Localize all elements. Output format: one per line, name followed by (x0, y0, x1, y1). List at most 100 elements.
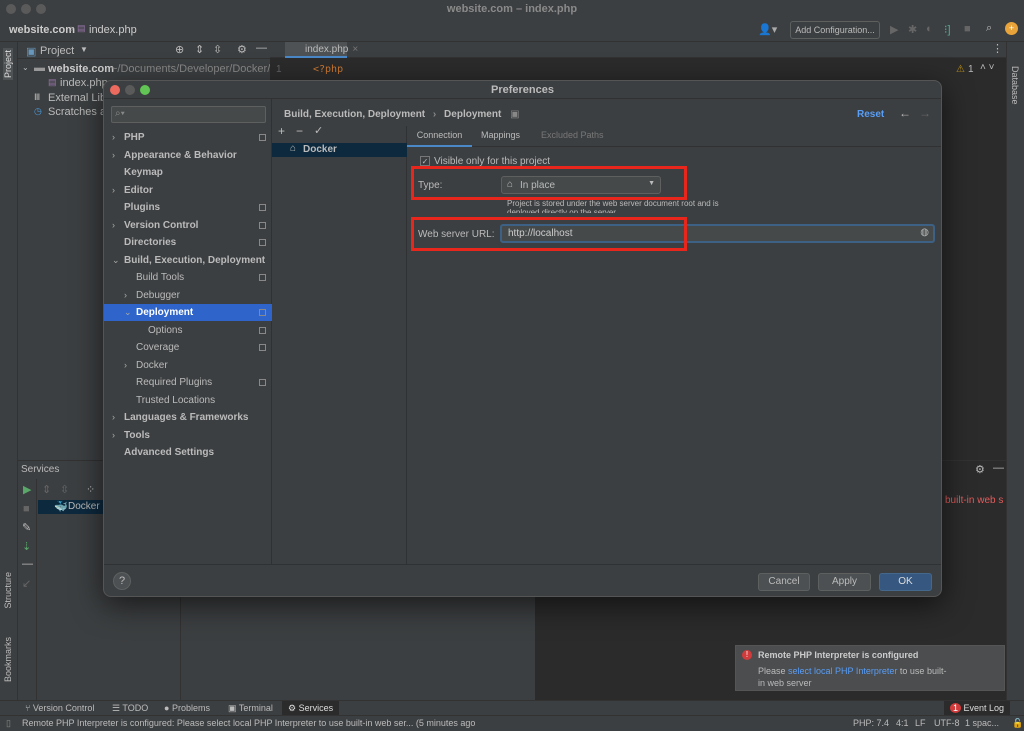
settings-tree-item[interactable]: › Version Control (104, 217, 272, 234)
expand-all-icon[interactable]: ⇕ (195, 43, 204, 56)
settings-tree-item[interactable]: Plugins (104, 199, 272, 216)
settings-tree-item[interactable]: Required Plugins (104, 374, 272, 391)
event-log-button[interactable]: 1 Event Log (944, 701, 1011, 716)
stripe-structure[interactable]: Structure (3, 572, 13, 609)
stripe-database[interactable]: Database (1010, 66, 1020, 105)
tab-connection[interactable]: Connection (407, 126, 472, 147)
zoom-window-button[interactable] (36, 4, 46, 14)
tree-scratches[interactable]: Scratches ar (48, 106, 110, 118)
settings-tree-item[interactable]: Directories (104, 234, 272, 251)
close-dialog-button[interactable] (110, 85, 120, 95)
hide-icon[interactable]: — (993, 462, 1004, 474)
settings-tree-item[interactable]: Trusted Locations (104, 392, 272, 409)
coverage-icon[interactable]: ◐ (926, 23, 933, 35)
toolwindow-version-control[interactable]: ⑂ Version Control (25, 701, 94, 716)
tab-excluded-paths[interactable]: Excluded Paths (541, 130, 604, 140)
lock-icon[interactable]: 🔓 (1012, 716, 1023, 731)
notification-balloon[interactable]: ! Remote PHP Interpreter is configured P… (735, 645, 1005, 691)
reset-button[interactable]: Reset (857, 109, 884, 120)
collapse-all-icon[interactable]: ⇳ (213, 43, 222, 56)
cancel-button[interactable]: Cancel (758, 573, 810, 591)
status-encoding[interactable]: UTF-8 (934, 716, 960, 731)
chevron-right-icon[interactable]: › (112, 182, 115, 199)
collapse-all-icon[interactable]: ⇳ (60, 483, 69, 496)
close-window-button[interactable] (6, 4, 16, 14)
toolwindow-services[interactable]: ⚙ Services (282, 701, 340, 716)
tab-mappings[interactable]: Mappings (481, 130, 520, 140)
chevron-down-icon[interactable]: ⌄ (22, 63, 29, 72)
update-icon[interactable]: + (1005, 22, 1018, 35)
chevron-up-icon[interactable]: ˄ ˅ (980, 62, 994, 73)
chevron-down-icon[interactable]: ⌄ (112, 252, 120, 269)
run-icon[interactable]: ▶ (890, 23, 898, 36)
chevron-right-icon[interactable]: › (112, 217, 115, 234)
settings-tree-item[interactable]: Keymap (104, 164, 272, 181)
apply-button[interactable]: Apply (818, 573, 871, 591)
gear-icon[interactable]: ⚙ (975, 463, 985, 476)
server-item-docker[interactable]: ⌂ Docker (272, 143, 407, 157)
settings-tree-item[interactable]: Advanced Settings (104, 444, 272, 461)
add-icon[interactable]: + (278, 124, 285, 138)
toolwindow-terminal[interactable]: ▣ Terminal (228, 701, 273, 716)
more-icon[interactable]: ⋮ (992, 42, 1003, 55)
stop-icon[interactable]: ■ (23, 503, 30, 515)
group-icon[interactable]: ⁘ (86, 483, 95, 496)
edit-icon[interactable]: ✎ (22, 521, 31, 534)
stripe-project[interactable]: Project (3, 48, 13, 81)
status-icon[interactable]: ▯ (6, 716, 11, 731)
remove-icon[interactable]: — (22, 558, 33, 570)
toolwindow-problems[interactable]: ● Problems (164, 701, 210, 716)
collapse-icon[interactable]: ↙ (22, 577, 31, 590)
breadcrumb-file[interactable]: index.php (89, 24, 137, 36)
status-line-separator[interactable]: LF (915, 716, 926, 731)
settings-tree-item[interactable]: Options (104, 322, 272, 339)
run-icon[interactable]: ▶ (23, 483, 31, 496)
select-interpreter-link[interactable]: select local PHP Interpreter (788, 666, 897, 676)
chevron-down-icon[interactable]: ▼ (80, 45, 88, 54)
settings-tree-item[interactable]: › Debugger (104, 287, 272, 304)
locate-icon[interactable]: ⊕ (175, 43, 184, 56)
gear-icon[interactable]: ⚙ (237, 43, 247, 56)
visible-only-checkbox[interactable]: ✓ (420, 156, 430, 166)
chevron-right-icon[interactable]: › (112, 147, 115, 164)
chevron-right-icon[interactable]: › (124, 357, 127, 374)
settings-tree-item[interactable]: › Tools (104, 427, 272, 444)
chevron-down-icon[interactable]: ⌄ (124, 304, 132, 321)
settings-tree-item[interactable]: Build Tools (104, 269, 272, 286)
expand-all-icon[interactable]: ⇕ (42, 483, 51, 496)
settings-tree-item[interactable]: Coverage (104, 339, 272, 356)
settings-tree-item[interactable]: ⌄ Build, Execution, Deployment (104, 252, 272, 269)
services-icon[interactable]: ⁝] (944, 23, 951, 36)
settings-tree-item[interactable]: › Appearance & Behavior (104, 147, 272, 164)
breadcrumb-project[interactable]: website.com (9, 24, 75, 36)
settings-search-input[interactable]: ⌕▾ (111, 106, 266, 123)
status-php-version[interactable]: PHP: 7.4 (853, 716, 889, 731)
tree-file[interactable]: index.php (60, 77, 108, 89)
settings-tree-item[interactable]: › Languages & Frameworks (104, 409, 272, 426)
stripe-bookmarks[interactable]: Bookmarks (3, 637, 13, 682)
forward-icon[interactable]: → (919, 106, 931, 120)
zoom-dialog-button[interactable] (140, 85, 150, 95)
debug-icon[interactable]: ✱ (908, 23, 917, 36)
status-indent[interactable]: 1 spac... (965, 716, 999, 731)
minimize-window-button[interactable] (21, 4, 31, 14)
project-view-selector[interactable]: Project (40, 45, 74, 57)
status-position[interactable]: 4:1 (896, 716, 909, 731)
chevron-right-icon[interactable]: › (112, 409, 115, 426)
tree-root[interactable]: website.com (48, 63, 114, 75)
chevron-right-icon[interactable]: › (124, 287, 127, 304)
status-message[interactable]: Remote PHP Interpreter is configured: Pl… (22, 716, 475, 731)
chevron-right-icon[interactable]: › (112, 129, 115, 146)
globe-icon[interactable]: ◍ (920, 227, 929, 238)
warning-icon[interactable]: ⚠ (956, 64, 965, 75)
stop-icon[interactable]: ■ (964, 23, 971, 35)
settings-tree-item[interactable]: ⌄ Deployment (104, 304, 272, 321)
search-icon[interactable]: ⌕ (986, 22, 992, 35)
tree-external-libraries[interactable]: External Libr (48, 92, 110, 104)
settings-tree-item[interactable]: › Docker (104, 357, 272, 374)
help-button[interactable]: ? (113, 572, 131, 590)
settings-tree-item[interactable]: › Editor (104, 182, 272, 199)
deploy-icon[interactable]: ⇣ (22, 540, 31, 553)
chevron-right-icon[interactable]: › (112, 427, 115, 444)
settings-tree-item[interactable]: › PHP (104, 129, 272, 146)
